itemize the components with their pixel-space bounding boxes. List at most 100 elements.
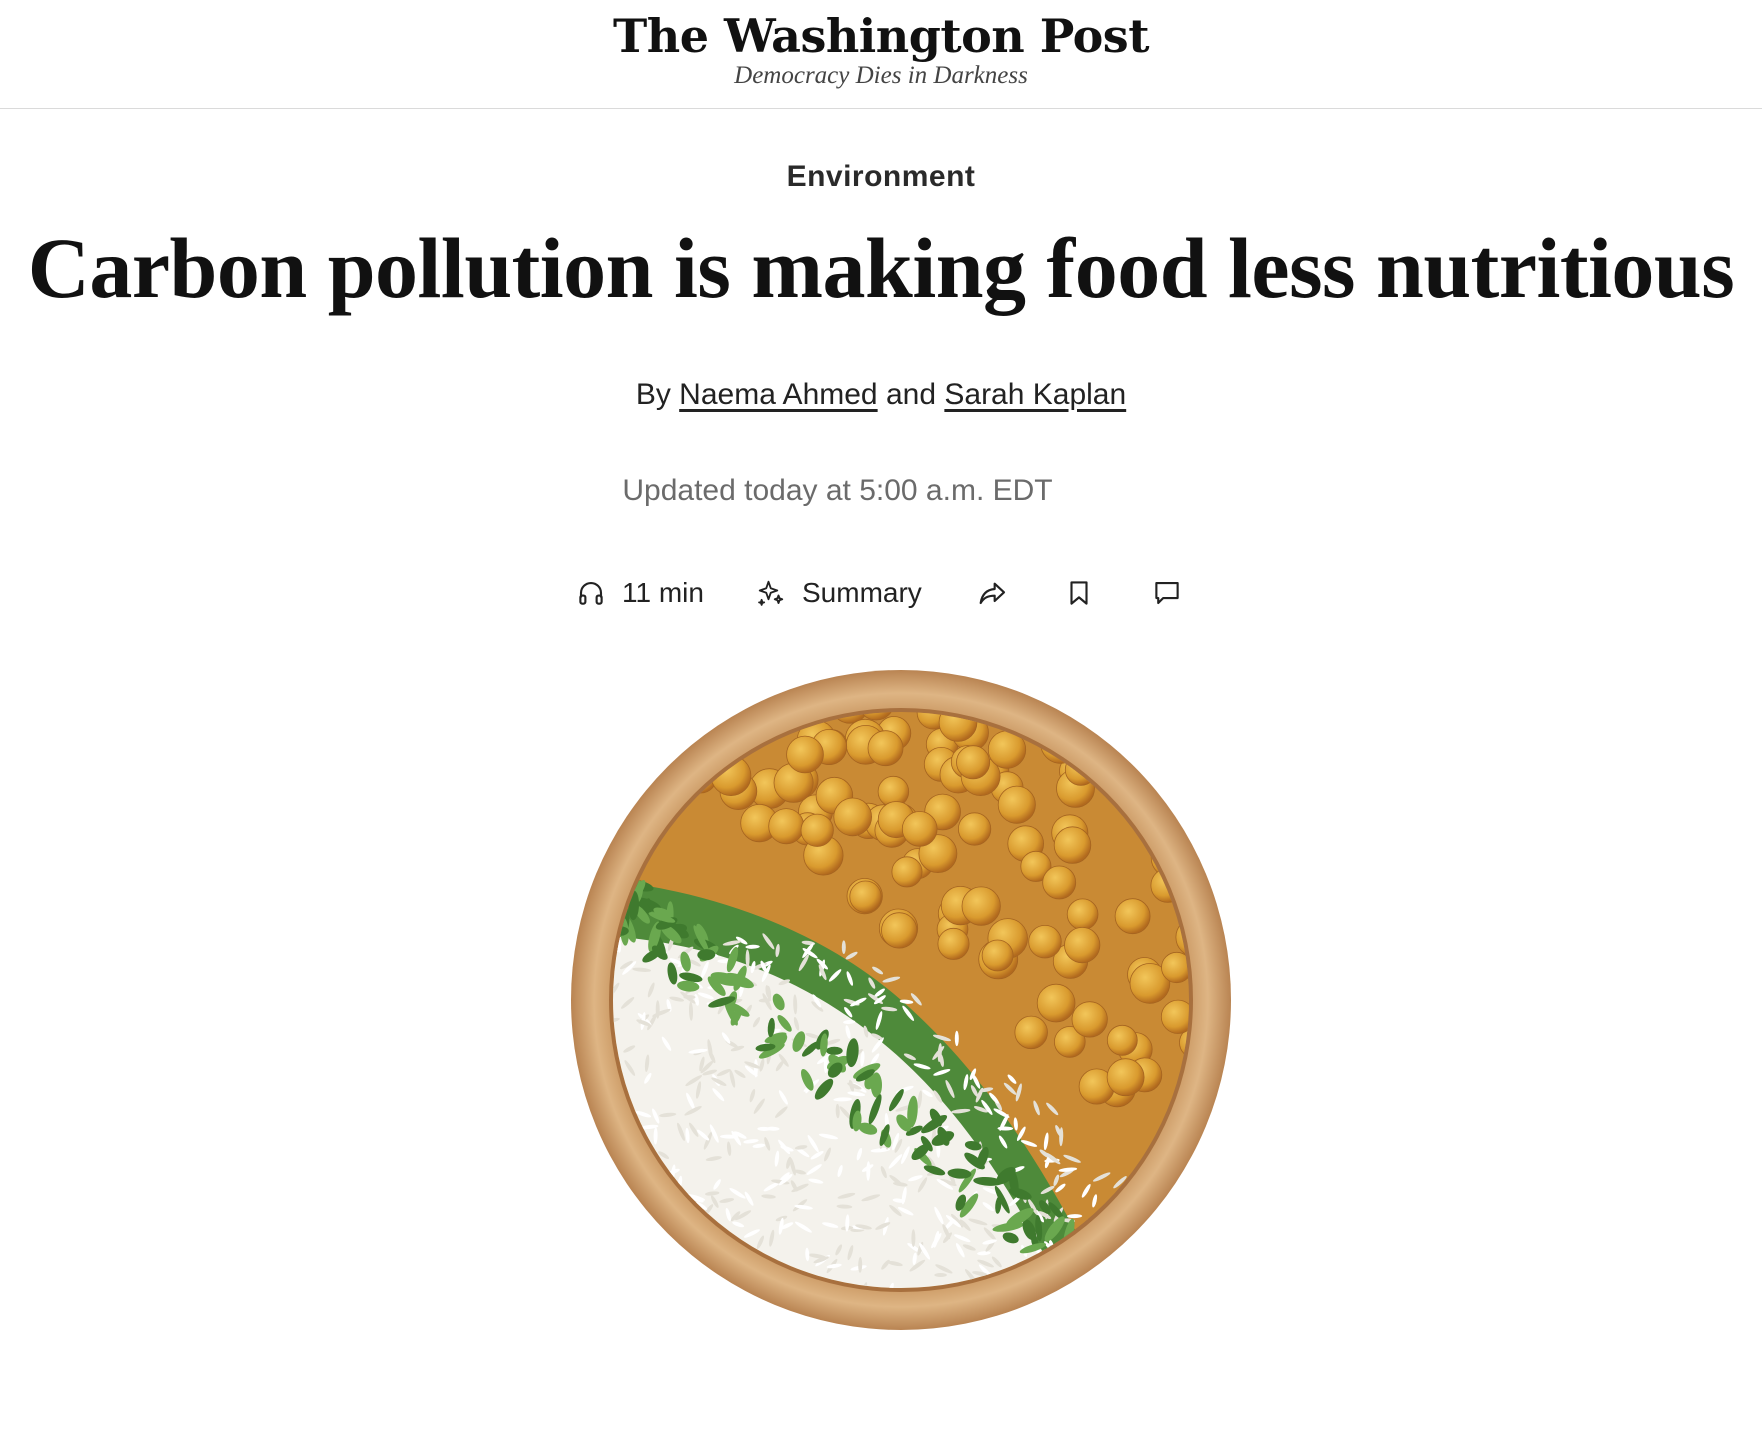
chickpea	[681, 712, 721, 722]
rice-grain	[1019, 1323, 1035, 1334]
chickpea	[1106, 1058, 1145, 1097]
rice-grain	[1119, 1287, 1135, 1288]
herb-leaf	[1091, 1290, 1099, 1315]
updated-timestamp: Updated today at 5:00 a.m. EDT	[622, 474, 1053, 507]
author-link-sarah-kaplan[interactable]: Sarah Kaplan	[944, 378, 1126, 411]
section-kicker[interactable]: Environment	[0, 160, 1762, 194]
article-headline: Carbon pollution is making food less nut…	[27, 220, 1735, 316]
rice-grain	[1076, 1314, 1088, 1331]
listen-duration-label: 11 min	[622, 577, 704, 608]
rice-grain	[774, 1332, 787, 1336]
rice-grain	[628, 1296, 642, 1303]
chickpea	[768, 808, 805, 845]
rice-grain	[595, 1331, 610, 1338]
rice-grain	[604, 1288, 613, 1301]
rice-grain	[649, 1303, 655, 1320]
rice-grain	[708, 1331, 724, 1337]
rice-grain	[672, 1302, 676, 1314]
rice-grain	[746, 1319, 755, 1335]
rice-grain	[1134, 1300, 1145, 1313]
chickpea	[1028, 925, 1062, 959]
rice-grain	[710, 1291, 726, 1304]
rice-grain	[692, 1310, 699, 1326]
rice-grain	[607, 1314, 616, 1333]
rice-grain	[1019, 1330, 1026, 1340]
rice-grain	[1116, 1329, 1121, 1340]
chickpea	[786, 735, 824, 774]
rice-grain	[680, 1264, 691, 1279]
rice-grain	[680, 1336, 697, 1340]
save-button[interactable]	[1064, 578, 1152, 608]
chickpea	[1036, 983, 1076, 1023]
rice-grain	[728, 1293, 734, 1307]
rice-grain	[629, 1315, 641, 1326]
rice-grain	[662, 1275, 679, 1287]
rice-grain	[613, 1220, 617, 1233]
rice-grain	[664, 1290, 669, 1304]
rice-grain	[1137, 1252, 1153, 1258]
rice-grain	[678, 1304, 688, 1324]
chickpea	[1071, 1001, 1108, 1038]
rice-grain	[668, 1298, 679, 1311]
site-tagline: Democracy Dies in Darkness	[734, 62, 1028, 89]
chickpea	[901, 811, 938, 847]
chickpea	[643, 729, 678, 763]
rice-grain	[610, 1306, 619, 1321]
rice-grain	[1132, 1321, 1146, 1331]
sparkle-icon	[756, 578, 786, 608]
chickpea	[867, 730, 904, 767]
rice-grain	[678, 1291, 684, 1307]
rice-grain	[1132, 1322, 1151, 1327]
listen-button[interactable]: 11 min	[576, 577, 736, 609]
chickpea	[1066, 898, 1099, 931]
rice-grain	[643, 1228, 653, 1240]
comments-button[interactable]	[1152, 578, 1212, 608]
rice-grain	[937, 1327, 946, 1340]
rice-grain	[634, 1242, 643, 1257]
rice-grain	[612, 1307, 621, 1320]
rice-grain	[641, 1315, 649, 1334]
rice-grain	[1058, 1292, 1069, 1312]
rice-grain	[1137, 1311, 1149, 1327]
rice-grain	[627, 1233, 641, 1245]
rice-grain	[591, 1234, 607, 1243]
rice-grain	[586, 1249, 605, 1258]
author-link-naema-ahmed[interactable]: Naema Ahmed	[679, 378, 877, 411]
chickpea	[833, 797, 873, 837]
rice-grain	[636, 1228, 651, 1240]
hero-image	[561, 660, 1241, 1340]
rice-grain	[1094, 1335, 1107, 1340]
rice-grain	[596, 1322, 611, 1334]
masthead: The Washington Post Democracy Dies in Da…	[0, 0, 1762, 109]
rice-grain	[1098, 1279, 1103, 1288]
rice-grain	[1102, 1280, 1111, 1288]
share-button[interactable]	[976, 577, 1064, 609]
rice-grain	[1094, 1320, 1101, 1333]
chickpea	[881, 912, 918, 949]
rice-grain	[619, 1305, 636, 1309]
rice-grain	[1006, 1327, 1021, 1340]
chickpea	[957, 812, 992, 846]
rice-grain	[1079, 1322, 1096, 1335]
site-logo[interactable]: The Washington Post	[0, 8, 1762, 64]
rice-grain	[1036, 1314, 1044, 1333]
rice-grain	[736, 1300, 750, 1307]
rice-grain	[964, 1328, 969, 1340]
share-icon	[976, 577, 1008, 609]
rice-grain	[655, 1235, 660, 1251]
summary-button[interactable]: Summary	[756, 577, 976, 609]
rice-grain	[629, 1297, 646, 1313]
rice-grain	[661, 1299, 678, 1307]
rice-grain	[647, 1309, 652, 1328]
chickpea	[1172, 712, 1189, 719]
chickpea	[1053, 826, 1092, 864]
chickpea	[634, 719, 667, 752]
rice-grain	[1131, 1316, 1144, 1325]
rice-grain	[1046, 1296, 1057, 1311]
rice-grain	[1067, 1322, 1079, 1334]
article-toolbar: 11 min Summary	[576, 570, 1212, 616]
rice-grain	[680, 1279, 692, 1288]
rice-grain	[747, 1295, 756, 1312]
rice-grain	[717, 1298, 729, 1309]
rice-grain	[1129, 1297, 1144, 1311]
